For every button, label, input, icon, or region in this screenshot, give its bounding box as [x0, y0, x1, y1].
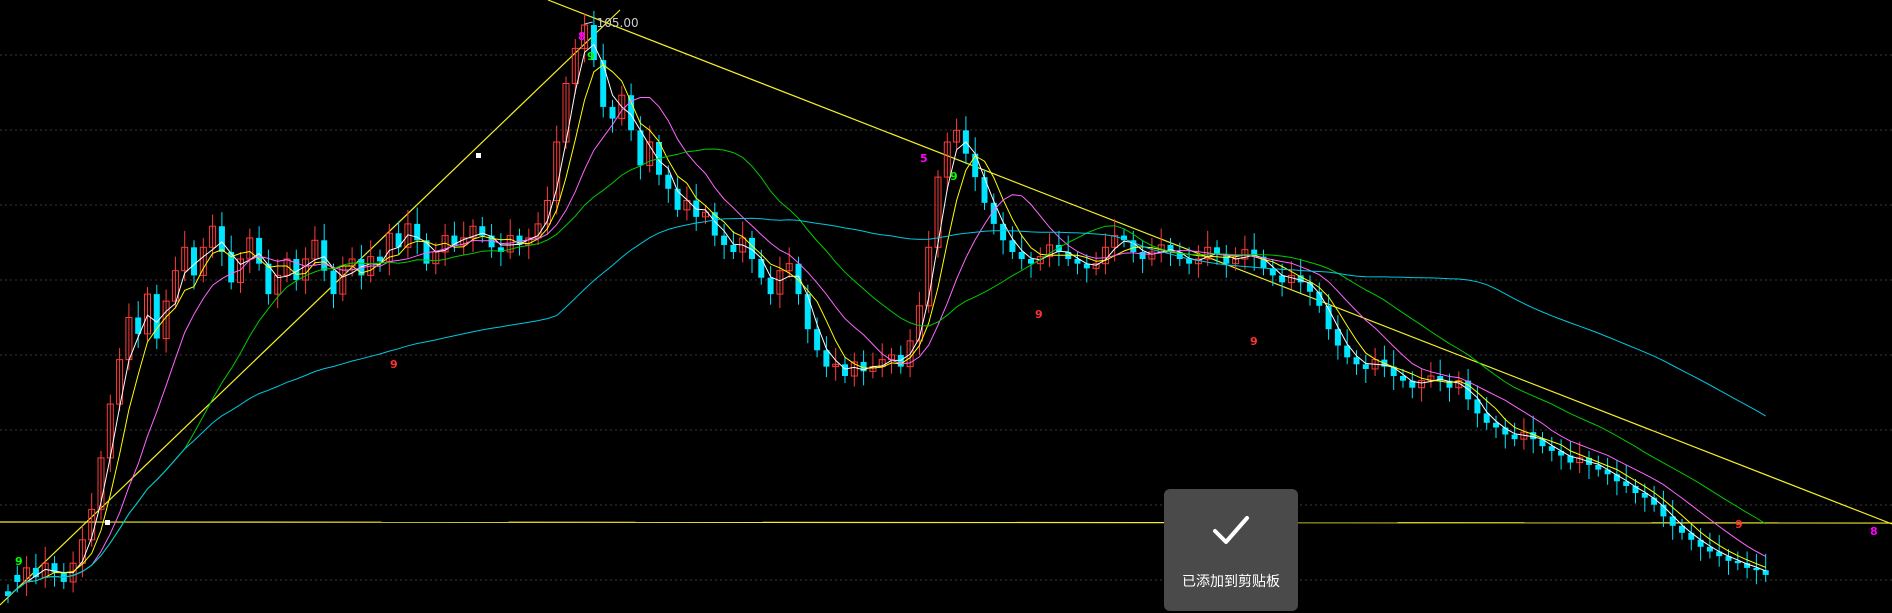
clipboard-toast: 已添加到剪贴板	[1164, 489, 1298, 611]
moving-average-line	[7, 64, 1766, 597]
candle-body	[814, 329, 821, 351]
price-label-pointer	[584, 21, 593, 25]
moving-average-line	[7, 97, 1766, 597]
moving-average-line	[7, 217, 1766, 597]
candle-body	[1362, 364, 1369, 369]
candle-body	[609, 106, 616, 119]
moving-average-line	[7, 43, 1766, 597]
candle-body	[1511, 434, 1518, 440]
candle-body	[804, 294, 811, 330]
checkmark-icon	[1213, 516, 1249, 544]
candle-body	[981, 177, 988, 203]
candle-body	[674, 188, 681, 210]
candle-body	[1483, 413, 1490, 423]
td-count-label: 5	[920, 152, 928, 165]
candle-body	[600, 60, 607, 107]
candlestick-chart: 105.009895999998	[0, 0, 1892, 606]
candle-body	[14, 574, 21, 582]
td-count-label: 9	[950, 170, 958, 183]
candle-body	[767, 277, 774, 295]
candle-body	[1465, 380, 1472, 400]
candle-body	[1400, 376, 1406, 381]
candle-body	[414, 223, 421, 241]
candle-body	[1493, 422, 1499, 428]
td-count-label: 9	[390, 358, 398, 371]
td-count-label: 9	[1735, 518, 1743, 531]
candle-body	[256, 237, 263, 264]
candle-body	[665, 174, 672, 189]
candle-body	[1028, 259, 1034, 264]
support-line	[0, 521, 1892, 524]
candle-body	[218, 226, 225, 252]
candle-body	[321, 240, 328, 271]
candle-body	[1018, 251, 1025, 259]
candle-body	[1353, 357, 1360, 365]
candle-body	[842, 364, 848, 376]
falling-trendline	[547, 0, 1892, 525]
td-count-label: 8	[578, 30, 586, 43]
trendline-handle	[476, 153, 481, 158]
candle-body	[5, 591, 11, 596]
td-count-label: 9	[1035, 308, 1043, 321]
candle-body	[637, 130, 644, 166]
candle-body	[730, 244, 737, 252]
td-count-label: 9	[1250, 335, 1258, 348]
rising-trendline	[0, 9, 621, 606]
candle-body	[191, 247, 197, 276]
candle-body	[721, 235, 728, 245]
trendline-handle	[105, 520, 110, 525]
candle-body	[823, 350, 830, 367]
candle-body	[1139, 251, 1146, 259]
toast-message: 已添加到剪贴板	[1182, 574, 1280, 590]
td-count-label: 9	[15, 555, 23, 568]
peak-price-label: 105.00	[597, 16, 639, 30]
candle-body	[330, 270, 337, 295]
td-count-label: 8	[1870, 525, 1878, 538]
td-count-label: 9	[587, 50, 595, 63]
